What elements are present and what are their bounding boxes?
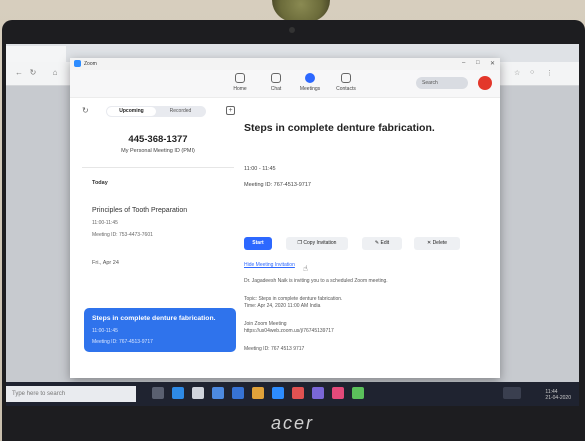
invitation-line: Join Zoom Meeting	[244, 321, 287, 327]
profile-icon[interactable]: ○	[530, 69, 534, 76]
nav-meetings[interactable]: Meetings	[292, 73, 328, 92]
invitation-link[interactable]: https://us04web.zoom.us/j/76745139717	[244, 328, 334, 334]
meeting-actions: Start ❐ Copy Invitation ✎ Edit ✕ Delete	[244, 237, 480, 251]
delete-button[interactable]: ✕ Delete	[414, 237, 460, 250]
back-icon[interactable]: ←	[14, 68, 24, 78]
nav-contacts[interactable]: Contacts	[328, 73, 364, 92]
search-input[interactable]: Search	[416, 77, 468, 89]
laptop-brand: acer	[270, 413, 314, 433]
explorer-icon[interactable]	[192, 387, 204, 399]
edge-icon[interactable]	[172, 387, 184, 399]
pmi-number[interactable]: 445-368-1377	[78, 134, 238, 145]
webcam	[289, 27, 295, 33]
meeting-id: Meeting ID: 767-4513-9717	[92, 339, 153, 345]
zoom-titlebar: Zoom	[70, 58, 500, 70]
nav-chat[interactable]: Chat	[258, 73, 294, 92]
close-icon[interactable]: ✕	[490, 60, 495, 67]
tab-upcoming[interactable]: Upcoming	[107, 107, 156, 116]
meetings-icon	[305, 73, 315, 83]
zoom-title: Zoom	[84, 61, 97, 67]
contacts-icon	[341, 73, 351, 83]
copy-invitation-button[interactable]: ❐ Copy Invitation	[286, 237, 348, 250]
invitation-line: Meeting ID: 767 4513 9717	[244, 346, 305, 352]
hide-invitation-link[interactable]: Hide Meeting Invitation	[244, 262, 295, 268]
meeting-detail-id: Meeting ID: 767-4513-9717	[244, 182, 311, 188]
meeting-list-panel: ↻ Upcoming Recorded + 445-368-1377 My Pe…	[78, 102, 238, 372]
meeting-time: 11:00-11:45	[92, 328, 118, 334]
invitation-line: Topic: Steps in complete denture fabrica…	[244, 296, 343, 302]
invitation-line: Time: Apr 24, 2020 11:00 AM India	[244, 303, 321, 309]
meeting-detail-panel: Steps in complete denture fabrication. 1…	[244, 102, 494, 372]
mail-icon[interactable]	[232, 387, 244, 399]
meeting-detail-title: Steps in complete denture fabrication.	[244, 122, 435, 134]
notification-badge	[503, 387, 521, 399]
add-meeting-icon[interactable]: +	[226, 106, 235, 115]
section-today: Today	[92, 180, 108, 186]
app-icon[interactable]	[332, 387, 344, 399]
app-icon[interactable]	[352, 387, 364, 399]
taskbar-search-input[interactable]: Type here to search	[6, 386, 136, 402]
edit-button[interactable]: ✎ Edit	[362, 237, 402, 250]
app-icon[interactable]	[312, 387, 324, 399]
hand-cursor-icon: ☝	[303, 264, 308, 273]
chat-icon	[271, 73, 281, 83]
home-icon[interactable]: ⌂	[50, 68, 60, 78]
section-date: Fri., Apr 24	[92, 260, 119, 266]
extension-icon[interactable]: ☆	[514, 69, 520, 77]
home-icon	[235, 73, 245, 83]
pmi-label: My Personal Meeting ID (PMI)	[121, 148, 195, 154]
zoom-logo-icon	[74, 60, 81, 67]
zoom-window: Zoom – □ ✕ Home Chat Meetings Contacts S…	[70, 58, 500, 378]
minimize-icon[interactable]: –	[462, 60, 465, 66]
app-icon[interactable]	[292, 387, 304, 399]
divider	[82, 167, 234, 168]
meeting-title[interactable]: Principles of Tooth Preparation	[92, 207, 187, 214]
nav-home[interactable]: Home	[222, 73, 258, 92]
store-icon[interactable]	[212, 387, 224, 399]
start-button[interactable]: Start	[244, 237, 272, 250]
refresh-icon[interactable]: ↻	[28, 68, 38, 78]
tab-switch: Upcoming Recorded	[106, 106, 206, 117]
meeting-title: Steps in complete denture fabrication.	[92, 315, 216, 322]
system-clock[interactable]: 11:44 21-04-2020	[545, 389, 571, 401]
meeting-detail-time: 11:00 - 11:45	[244, 166, 276, 172]
avatar[interactable]	[478, 76, 492, 90]
selected-meeting-card[interactable]: Steps in complete denture fabrication. 1…	[84, 308, 236, 352]
invitation-line: Dr. Jagadeesh Naik is inviting you to a …	[244, 278, 388, 284]
zoom-app-icon[interactable]	[272, 387, 284, 399]
browser-tab[interactable]	[6, 46, 66, 62]
taskbar: Type here to search 11:44 21-04-2020	[6, 382, 579, 406]
menu-icon[interactable]: ⋮	[546, 69, 553, 77]
tab-recorded[interactable]: Recorded	[156, 107, 205, 116]
chrome-icon[interactable]	[252, 387, 264, 399]
meeting-time: 11:00-11:45	[92, 220, 118, 226]
refresh-icon[interactable]: ↻	[82, 106, 89, 115]
maximize-icon[interactable]: □	[476, 60, 480, 66]
screen: ← ↻ ⌂ ☆ ○ ⋮ Zoom – □ ✕ Home Chat Meeting…	[6, 44, 579, 406]
meeting-id: Meeting ID: 753-4473-7601	[92, 232, 153, 238]
task-view-icon[interactable]	[152, 387, 164, 399]
